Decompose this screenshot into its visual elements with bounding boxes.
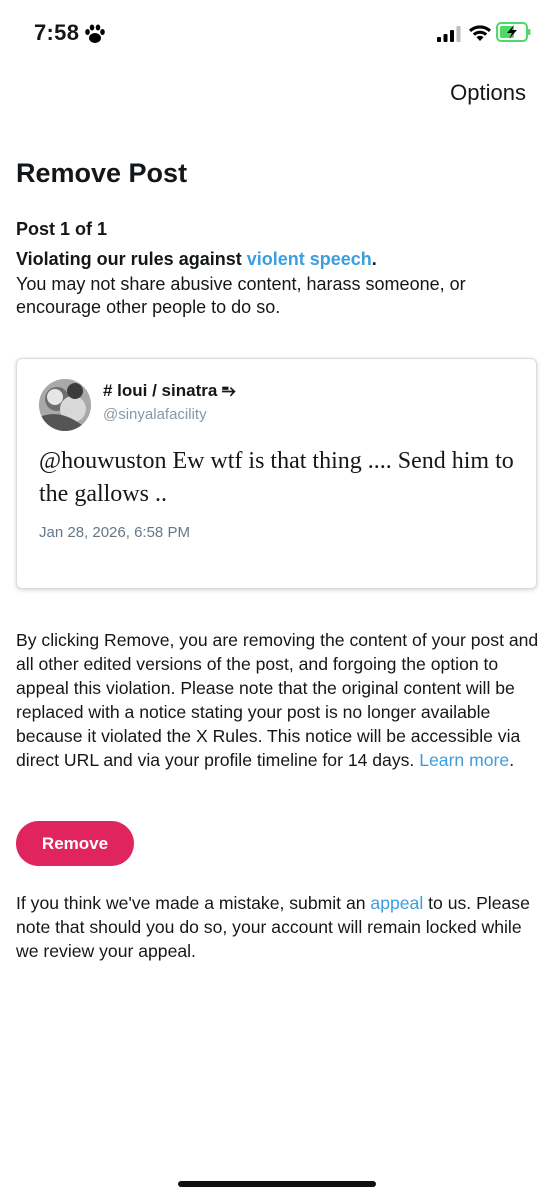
status-bar: 7:58 [0,0,554,64]
options-button[interactable]: Options [450,80,526,106]
avatar-photo-icon [39,379,91,431]
post-text: @houwuston Ew wtf is that thing .... Sen… [39,448,514,507]
battery-charging-icon [496,22,531,42]
post-count: Post 1 of 1 [16,219,108,239]
remove-notice: By clicking Remove, you are removing the… [16,628,544,772]
avatar [39,379,91,431]
status-time: 7:58 [34,20,80,45]
violation-description: You may not share abusive content, haras… [16,274,466,317]
post-date: Jan 28, 2026, 6:58 PM [39,524,190,541]
violation-heading: Violating our rules against violent spee… [16,248,536,270]
wifi-icon [469,25,491,41]
remove-notice-end: . [509,750,515,770]
paw-icon [85,24,105,43]
appeal-prefix: If you think we've made a mistake, submi… [16,893,371,913]
remove-notice-text: By clicking Remove, you are removing the… [16,630,539,770]
post-card: # loui / sinatra ⥱ @sinyalafacility @hou… [16,358,537,589]
appeal-notice: If you think we've made a mistake, submi… [16,891,540,963]
violation-prefix: Violating our rules against [16,249,247,269]
post-handle: @sinyalafacility [103,406,207,423]
display-name-text: # loui / sinatra [103,381,218,400]
home-indicator[interactable] [178,1181,376,1187]
violent-speech-link[interactable]: violent speech [247,249,372,269]
page-title: Remove Post [16,158,188,188]
post-display-name: # loui / sinatra ⥱ [103,381,236,401]
remove-button[interactable]: Remove [16,821,134,866]
signal-icon [437,26,461,42]
appeal-link[interactable]: appeal [370,893,423,913]
name-glyph: ⥱ [222,381,236,400]
violation-suffix: . [371,249,377,269]
learn-more-link[interactable]: Learn more [419,750,509,770]
